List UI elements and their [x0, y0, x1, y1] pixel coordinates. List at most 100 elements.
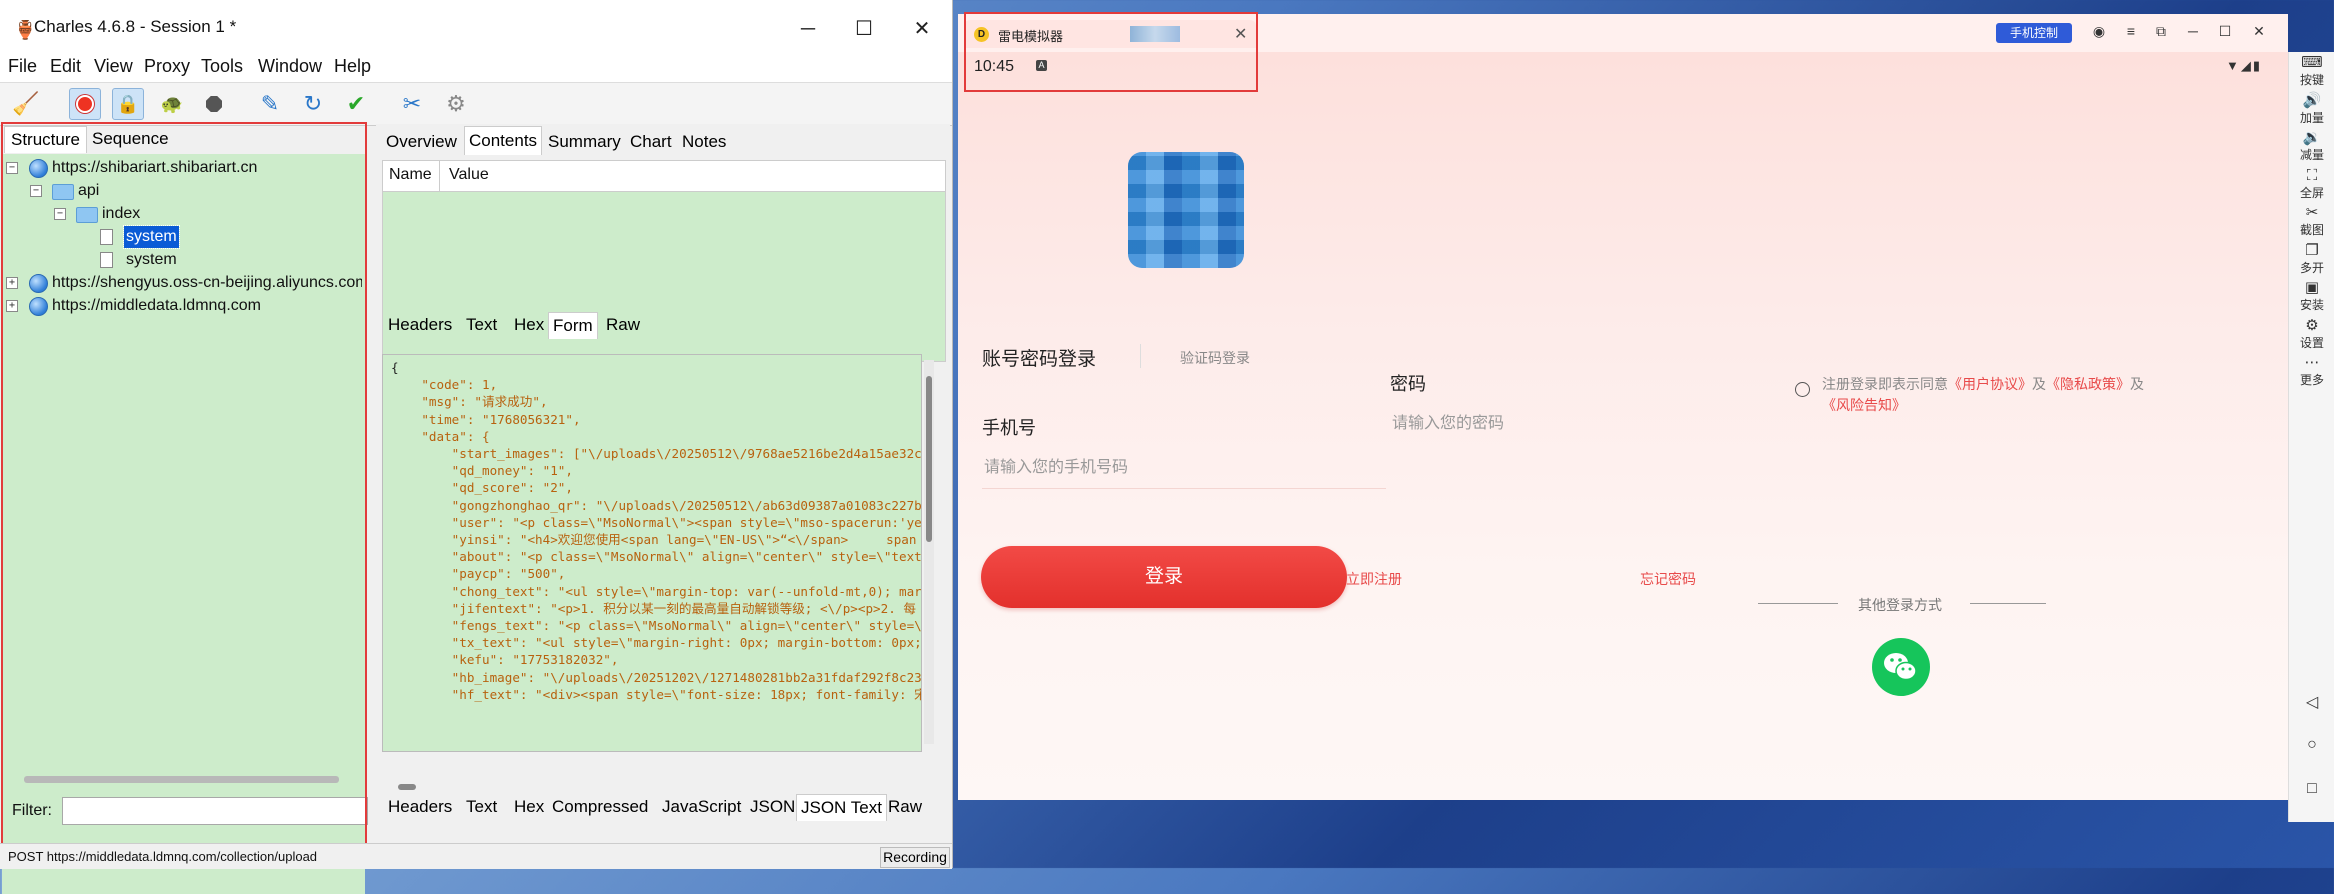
- record-button[interactable]: [69, 88, 101, 120]
- resp-tab-raw[interactable]: Raw: [884, 794, 926, 820]
- tab-overview[interactable]: Overview: [382, 128, 461, 156]
- password-label: 密码: [1390, 374, 1426, 394]
- recents-icon[interactable]: □: [2289, 780, 2334, 798]
- minimize-button[interactable]: ─: [790, 12, 826, 46]
- tools-icon[interactable]: ✂: [396, 88, 428, 120]
- sidebar-item-keyboard[interactable]: ⌨ 按键: [2289, 54, 2334, 88]
- forgot-password-link[interactable]: 忘记密码: [1640, 569, 1696, 589]
- menu-help[interactable]: Help: [334, 52, 371, 80]
- sidebar-item-volume-up[interactable]: 🔊 加量: [2289, 92, 2334, 126]
- tab-notes[interactable]: Notes: [678, 128, 730, 156]
- sidebar-item-label: 设置: [2299, 335, 2324, 350]
- sidebar-item-more[interactable]: ⋯ 更多: [2289, 354, 2334, 388]
- resp-tab-javascript[interactable]: JavaScript: [658, 794, 745, 820]
- menu-tools[interactable]: Tools: [201, 52, 243, 80]
- response-json-view[interactable]: { "code": 1, "msg": "请求成功", "time": "176…: [382, 354, 922, 752]
- register-link[interactable]: 立即注册: [1346, 569, 1402, 589]
- menu-icon[interactable]: ≡: [2122, 23, 2140, 39]
- restore-icon[interactable]: ⧉: [2152, 23, 2170, 40]
- req-tab-headers[interactable]: Headers: [384, 312, 456, 338]
- req-tab-hex[interactable]: Hex: [510, 312, 548, 338]
- risk-notice-link[interactable]: 《风险告知》: [1822, 397, 1906, 413]
- lock-icon: 🔒: [116, 93, 140, 114]
- toolbar: 🧹 🔒 🐢 ✎ ↻ ✔ ✂ ⚙: [0, 82, 952, 126]
- menu-view[interactable]: View: [94, 52, 133, 80]
- json-line: "data": {: [391, 428, 490, 444]
- json-line: "kefu": "17753182032",: [391, 652, 619, 668]
- tab-chart[interactable]: Chart: [626, 128, 676, 156]
- json-line: "gongzhonghao_qr": "\/uploads\/20250512\…: [391, 497, 922, 513]
- req-tab-text[interactable]: Text: [462, 312, 501, 338]
- tab-contents[interactable]: Contents: [464, 126, 543, 155]
- privacy-policy-link[interactable]: 《隐私政策》: [2046, 376, 2130, 392]
- col-value: Value: [449, 166, 489, 183]
- volume-down-icon: 🔉: [2302, 129, 2322, 146]
- table-header: Name Value: [383, 161, 945, 192]
- home-icon[interactable]: ○: [2289, 736, 2334, 754]
- json-line: "chong_text": "<ul style=\"margin-top: v…: [391, 583, 922, 599]
- close-button[interactable]: ✕: [904, 12, 940, 46]
- stop-hexagon-icon[interactable]: [198, 88, 230, 120]
- sidebar-item-settings[interactable]: ⚙ 设置: [2289, 317, 2334, 351]
- back-icon[interactable]: ◁: [2289, 692, 2334, 712]
- phone-input[interactable]: [982, 448, 1386, 489]
- json-line: {: [391, 360, 399, 375]
- user-agreement-link[interactable]: 《用户协议》: [1948, 376, 2032, 392]
- maximize-button[interactable]: ☐: [846, 12, 882, 46]
- password-input[interactable]: [1390, 404, 1774, 444]
- keyboard-icon: ⌨: [2301, 54, 2323, 71]
- menu-file[interactable]: File: [8, 52, 37, 80]
- emulator-sidebar: ⌨ 按键 🔊 加量 🔉 减量 ⛶ 全屏 ✂ 截图 ❐ 多开 ▣ 安装 ⚙ 设置 ⋯ 更多 ◁ ○ □: [2288, 52, 2334, 822]
- sidebar-item-label: 截图: [2299, 223, 2324, 237]
- req-tab-form[interactable]: Form: [548, 312, 598, 339]
- wechat-login-button[interactable]: [1872, 638, 1930, 696]
- horizontal-scroll-thumb[interactable]: [398, 784, 416, 790]
- status-bar: POST https://middledata.ldmnq.com/collec…: [0, 843, 952, 869]
- resp-tab-hex[interactable]: Hex: [510, 794, 548, 820]
- json-text: { "code": 1, "msg": "请求成功", "time": "176…: [383, 355, 921, 707]
- maximize-icon[interactable]: ☐: [2216, 23, 2234, 40]
- recording-button[interactable]: Recording: [880, 847, 950, 868]
- resp-tab-headers[interactable]: Headers: [384, 794, 456, 820]
- sidebar-item-scissors[interactable]: ✂ 截图: [2289, 204, 2334, 238]
- multi-instance-icon: ❐: [2305, 241, 2319, 259]
- sidebar-item-volume-down[interactable]: 🔉 减量: [2289, 129, 2334, 163]
- resp-tab-json-text[interactable]: JSON Text: [796, 794, 887, 821]
- scroll-thumb[interactable]: [926, 376, 932, 542]
- agreement-radio[interactable]: [1795, 382, 1810, 397]
- record-icon: [76, 95, 94, 113]
- minimize-icon[interactable]: ─: [2184, 23, 2202, 39]
- json-line: "yinsi": "<h4>欢迎您使用<span lang=\"EN-US\">…: [391, 532, 922, 548]
- resp-tab-compressed[interactable]: Compressed: [548, 794, 652, 820]
- menu-proxy[interactable]: Proxy: [144, 52, 190, 80]
- compose-pen-icon[interactable]: ✎: [254, 88, 286, 120]
- account-icon[interactable]: ◉: [2090, 23, 2108, 40]
- sidebar-item-multi-instance[interactable]: ❐ 多开: [2289, 242, 2334, 276]
- sidebar-item-install[interactable]: ▣ 安装: [2289, 279, 2334, 313]
- broom-icon[interactable]: 🧹: [10, 88, 42, 120]
- menu-window[interactable]: Window: [258, 52, 322, 80]
- and-text: 及: [2130, 376, 2144, 392]
- settings-gear-icon[interactable]: ⚙: [440, 88, 472, 120]
- resp-tab-text[interactable]: Text: [462, 794, 501, 820]
- req-tab-raw[interactable]: Raw: [602, 312, 644, 338]
- json-line: "time": "1768056321",: [391, 411, 581, 427]
- sidebar-item-fullscreen[interactable]: ⛶ 全屏: [2289, 167, 2334, 201]
- tab-password-login[interactable]: 账号密码登录: [982, 344, 1096, 371]
- tab-summary[interactable]: Summary: [544, 128, 625, 156]
- login-button[interactable]: 登录: [981, 546, 1347, 608]
- window-title: Charles 4.6.8 - Session 1 *: [34, 17, 237, 36]
- tab-sms-login[interactable]: 验证码登录: [1180, 348, 1250, 368]
- breakpoints-turtle-icon[interactable]: 🐢: [156, 88, 188, 120]
- col-name: Name: [389, 166, 432, 183]
- repeat-icon[interactable]: ↻: [297, 88, 329, 120]
- menu-bar: File Edit View Proxy Tools Window Help: [0, 52, 952, 82]
- throttle-button[interactable]: 🔒: [112, 88, 144, 120]
- close-icon[interactable]: ✕: [2250, 23, 2268, 40]
- validate-check-icon[interactable]: ✔: [340, 88, 372, 120]
- vertical-scrollbar[interactable]: [924, 360, 934, 744]
- phone-control-button[interactable]: 手机控制: [1996, 23, 2072, 43]
- json-line: "jifentext": "<p>1. 积分以某一刻的最高量自动解锁等级; <\…: [391, 600, 916, 616]
- menu-edit[interactable]: Edit: [50, 52, 81, 80]
- resp-tab-json[interactable]: JSON: [746, 794, 799, 820]
